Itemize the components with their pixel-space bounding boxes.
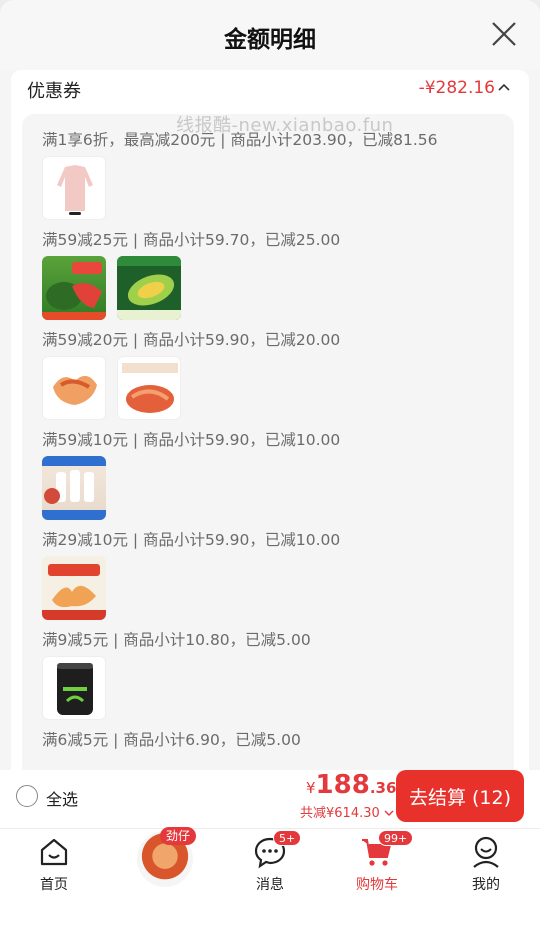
price-currency: ¥: [306, 779, 316, 797]
coupon-group-desc: 满29减10元 | 商品小计59.90，已减10.00: [42, 531, 341, 549]
product-thumb-boneless-feet[interactable]: [42, 556, 106, 620]
coupon-group-desc: 满6减5元 | 商品小计6.90，已减5.00: [42, 731, 301, 749]
price-decimal: .36: [369, 779, 397, 797]
product-thumb-chicken-feet[interactable]: [42, 356, 106, 420]
coupon-group: 满59减10元 | 商品小计59.90，已减10.00: [42, 429, 340, 520]
saved-text: 共减¥614.30: [300, 806, 380, 821]
bottom-tab-bar: 首页 劲仔 5+ 消息 99+ 购物车 我的: [0, 827, 540, 941]
coupon-group: 满59减25元 | 商品小计59.70，已减25.00: [42, 229, 340, 320]
coupon-group: 满1享6折，最高减200元 | 商品小计203.90，已减81.56: [42, 129, 438, 220]
product-thumb-spicy-snack[interactable]: [117, 356, 181, 420]
profile-icon: [469, 835, 503, 869]
home-icon: [37, 835, 71, 869]
chevron-down-icon: [384, 810, 394, 816]
watermark: 线报酷-new.xianbao.fun: [176, 115, 394, 136]
amount-detail-sheet: 金额明细 优惠券 -¥282.16 满1享6折，最高减200元 | 商品小计20…: [0, 0, 540, 770]
select-all-label[interactable]: 全选: [46, 786, 78, 810]
coupon-group-desc: 满9减5元 | 商品小计10.80，已减5.00: [42, 631, 311, 649]
checkout-bar: 全选 ¥188.36 共减¥614.30 去结算 (12): [0, 770, 540, 828]
checkout-button[interactable]: 去结算 (12): [396, 770, 524, 822]
coupon-group: 满59减20元 | 商品小计59.90，已减20.00: [42, 329, 340, 420]
coupon-group: 满6减5元 | 商品小计6.90，已减5.00: [42, 729, 301, 751]
coupon-label: 优惠券: [27, 81, 81, 102]
close-icon[interactable]: [490, 20, 518, 48]
coupon-panel: 优惠券 -¥282.16 满1享6折，最高减200元 | 商品小计203.90，…: [11, 70, 529, 770]
coupon-total: -¥282.16: [418, 78, 495, 98]
sheet-title: 金额明细: [224, 27, 316, 53]
coupon-group: 满9减5元 | 商品小计10.80，已减5.00: [42, 629, 311, 720]
coupon-group-desc: 满59减10元 | 商品小计59.90，已减10.00: [42, 431, 341, 449]
tab-home[interactable]: 首页: [14, 835, 94, 894]
total-price: ¥188.36: [306, 770, 396, 800]
coupon-groups: 满1享6折，最高减200元 | 商品小计203.90，已减81.56 满59减2…: [22, 114, 514, 770]
coupon-group: 满29减10元 | 商品小计59.90，已减10.00: [42, 529, 340, 620]
promo-tag: 劲仔: [160, 827, 197, 845]
tab-label: 我的: [472, 877, 500, 893]
sheet-header: 金额明细: [0, 0, 540, 70]
message-badge: 5+: [273, 830, 302, 846]
product-thumb-watermelon[interactable]: [42, 256, 106, 320]
select-all-radio[interactable]: [16, 785, 38, 807]
tab-cart[interactable]: 99+ 购物车: [337, 830, 417, 894]
tab-messages[interactable]: 5+ 消息: [230, 830, 310, 894]
price-integer: 188: [315, 770, 370, 800]
coupon-header[interactable]: 优惠券 -¥282.16: [11, 70, 529, 110]
tab-label: 购物车: [356, 877, 398, 893]
coupon-group-desc: 满59减20元 | 商品小计59.90，已减20.00: [42, 331, 341, 349]
tab-profile[interactable]: 我的: [446, 835, 526, 894]
product-thumb-trash-bags[interactable]: [42, 656, 106, 720]
tab-label: 首页: [40, 877, 68, 893]
cart-badge: 99+: [378, 830, 414, 846]
message-icon: 5+: [253, 830, 302, 869]
coupon-group-desc: 满59减25元 | 商品小计59.70，已减25.00: [42, 231, 341, 249]
tab-label: 消息: [256, 877, 284, 893]
chevron-up-icon[interactable]: [497, 82, 511, 92]
cart-icon: 99+: [360, 830, 414, 869]
product-thumb-melon[interactable]: [117, 256, 181, 320]
product-thumb-milk[interactable]: [42, 456, 106, 520]
total-saved[interactable]: 共减¥614.30: [300, 802, 394, 821]
product-thumb-pink-jacket[interactable]: [42, 156, 106, 220]
